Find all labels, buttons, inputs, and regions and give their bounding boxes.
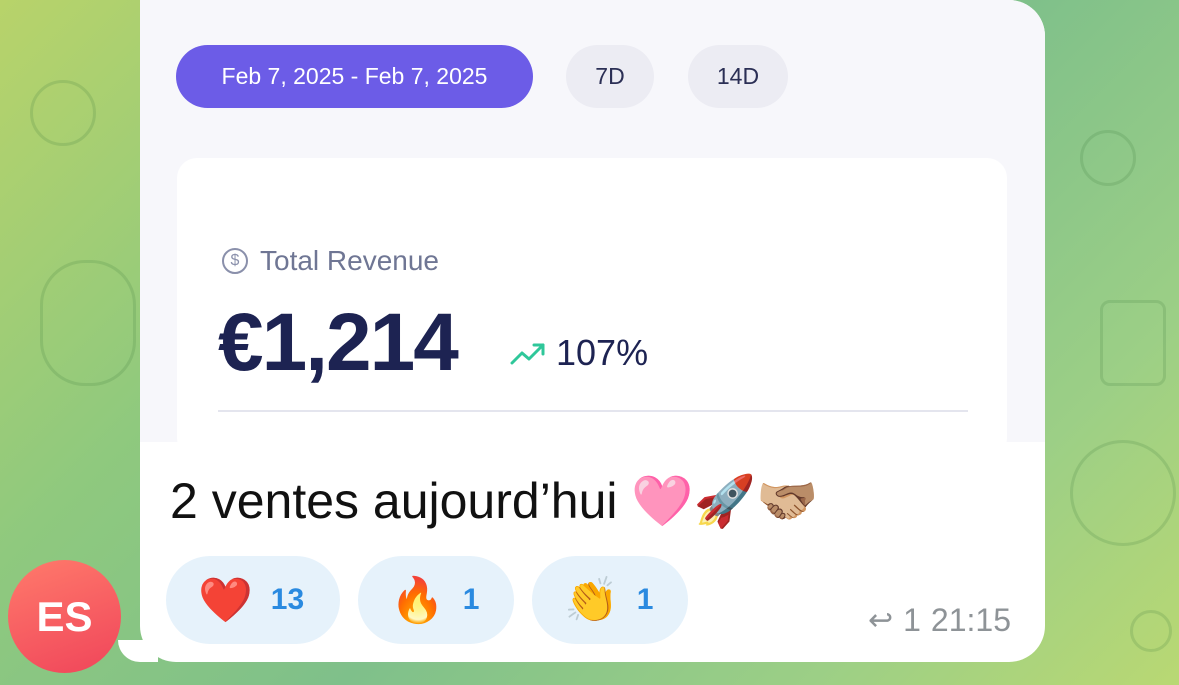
chip-7d: 7D — [566, 45, 654, 108]
dollar-icon: $ — [222, 248, 248, 274]
revenue-label: Total Revenue — [260, 245, 440, 276]
chip-14d: 14D — [688, 45, 788, 108]
avatar[interactable]: ES — [8, 560, 121, 673]
chip-14d-label: 14D — [716, 63, 760, 89]
date-range-chip: Feb 7, 2025 - Feb 7, 2025 — [176, 45, 533, 108]
reply-icon[interactable]: ↩ — [868, 603, 893, 638]
reaction-heart[interactable]: ❤️ 13 — [166, 556, 340, 644]
reaction-clap[interactable]: 👏 1 — [532, 556, 688, 644]
revenue-growth: 107% — [510, 332, 648, 374]
screenshot-image[interactable]: Feb 7, 2025 - Feb 7, 2025 7D 14D $ Total… — [140, 0, 1045, 458]
message-time: 21:15 — [930, 602, 1011, 638]
message-bubble[interactable]: Feb 7, 2025 - Feb 7, 2025 7D 14D $ Total… — [140, 0, 1045, 662]
message-meta: ↩ 1 21:15 — [868, 602, 1011, 639]
growth-value: 107% — [556, 332, 649, 373]
reaction-count: 1 — [462, 583, 480, 616]
fire-icon: 🔥 — [390, 576, 445, 625]
date-range-label: Feb 7, 2025 - Feb 7, 2025 — [221, 63, 488, 89]
trend-up-icon — [510, 343, 545, 365]
revenue-value: €1,214 — [218, 297, 459, 388]
avatar-initials: ES — [36, 592, 93, 640]
reply-count: 1 — [903, 602, 921, 638]
clap-icon: 👏 — [564, 576, 619, 625]
reaction-fire[interactable]: 🔥 1 — [358, 556, 514, 644]
revenue-label-row: $ Total Revenue — [222, 245, 439, 277]
reaction-count: 1 — [636, 583, 654, 616]
reaction-count: 13 — [270, 583, 305, 616]
chip-7d-label: 7D — [595, 63, 625, 89]
heart-icon: ❤️ — [198, 576, 253, 625]
card-divider — [218, 410, 968, 412]
message-text: 2 ventes aujourd’hui 🩷🚀🫱🏼‍🫲🏽 — [170, 473, 819, 529]
